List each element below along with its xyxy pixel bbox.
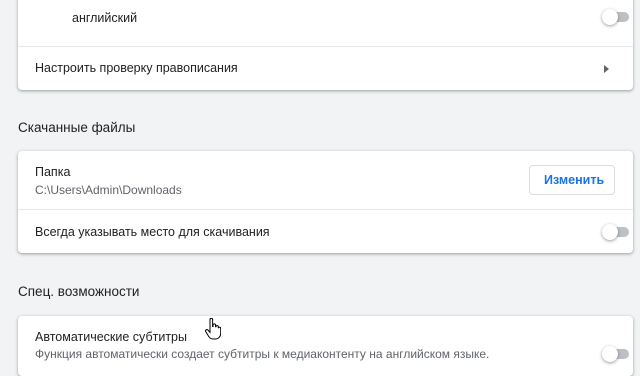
accessibility-card: Автоматические субтитры Функция автомати…: [18, 316, 633, 376]
accessibility-section-title: Спец. возможности: [18, 284, 140, 299]
customize-spellcheck-label: Настроить проверку правописания: [35, 61, 238, 75]
ask-location-row[interactable]: Всегда указывать место для скачивания: [18, 210, 633, 253]
toggle-knob: [602, 9, 618, 25]
chevron-right-icon: [604, 65, 609, 73]
language-row-english[interactable]: английский: [18, 0, 633, 42]
hand-pointer-icon: [205, 318, 221, 340]
folder-path: C:\Users\Admin\Downloads: [35, 183, 182, 197]
language-toggle[interactable]: [602, 9, 630, 25]
ask-location-label: Всегда указывать место для скачивания: [35, 225, 270, 239]
downloads-card: Папка C:\Users\Admin\Downloads Изменить …: [18, 151, 633, 253]
auto-captions-label: Автоматические субтитры: [35, 330, 187, 344]
auto-captions-row[interactable]: Автоматические субтитры Функция автомати…: [18, 316, 633, 376]
folder-label: Папка: [35, 165, 71, 179]
customize-spellcheck-row[interactable]: Настроить проверку правописания: [18, 47, 633, 89]
auto-captions-toggle[interactable]: [602, 346, 630, 362]
toggle-knob: [602, 224, 618, 240]
language-label: английский: [72, 11, 138, 25]
auto-captions-description: Функция автоматически создает субтитры к…: [35, 347, 490, 361]
change-folder-button[interactable]: Изменить: [529, 165, 615, 195]
ask-location-toggle[interactable]: [602, 224, 630, 240]
folder-row: Папка C:\Users\Admin\Downloads Изменить: [18, 151, 633, 209]
downloads-section-title: Скачанные файлы: [18, 120, 136, 135]
spellcheck-card: английский Настроить проверку правописан…: [18, 0, 633, 90]
